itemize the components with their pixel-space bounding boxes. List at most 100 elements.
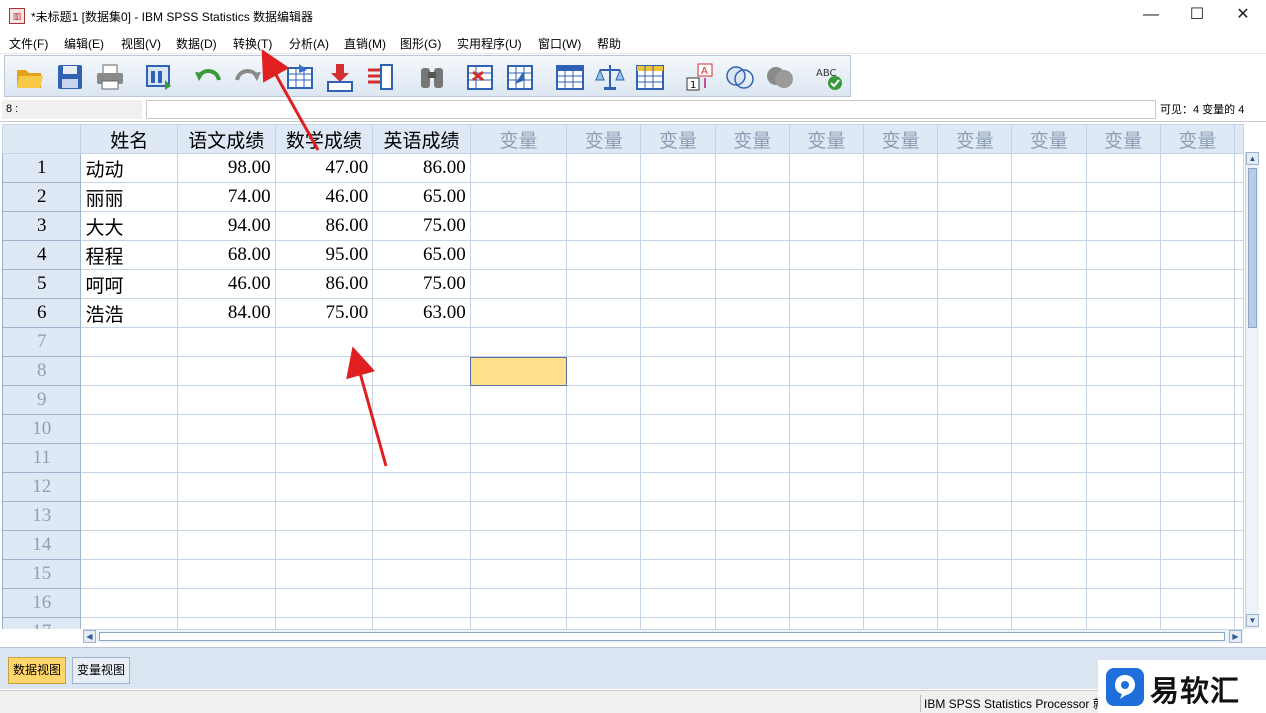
data-cell[interactable] xyxy=(566,385,642,415)
column-header[interactable]: 变量 xyxy=(937,124,1013,154)
data-cell[interactable] xyxy=(714,530,790,560)
scroll-up-icon[interactable]: ▲ xyxy=(1246,152,1259,165)
data-cell[interactable] xyxy=(274,327,374,357)
data-cell[interactable] xyxy=(1234,298,1244,328)
data-cell[interactable] xyxy=(1085,443,1161,473)
row-header[interactable]: 11 xyxy=(2,443,82,473)
data-cell[interactable] xyxy=(788,211,864,241)
data-cell[interactable] xyxy=(714,356,790,386)
data-cell[interactable] xyxy=(469,559,568,589)
data-cell[interactable] xyxy=(80,559,178,589)
data-cell[interactable] xyxy=(788,182,864,212)
data-cell[interactable] xyxy=(1011,559,1087,589)
column-header[interactable]: 姓名 xyxy=(80,124,178,154)
insert-cases-icon[interactable] xyxy=(465,62,495,92)
data-cell[interactable] xyxy=(714,385,790,415)
data-cell[interactable] xyxy=(469,269,568,299)
data-cell[interactable] xyxy=(1234,472,1244,502)
data-cell[interactable] xyxy=(937,443,1013,473)
data-cell[interactable]: 浩浩 xyxy=(80,298,178,328)
data-cell[interactable] xyxy=(274,356,374,386)
data-cell[interactable]: 程程 xyxy=(80,240,178,270)
data-cell[interactable] xyxy=(1011,211,1087,241)
data-cell[interactable] xyxy=(566,298,642,328)
data-cell[interactable] xyxy=(1011,617,1087,629)
data-cell[interactable] xyxy=(1159,559,1236,589)
data-cell[interactable] xyxy=(1234,385,1244,415)
data-cell[interactable] xyxy=(788,530,864,560)
row-header[interactable]: 16 xyxy=(2,588,82,618)
data-cell[interactable] xyxy=(937,385,1013,415)
data-cell[interactable]: 47.00 xyxy=(274,153,374,183)
data-cell[interactable] xyxy=(1011,530,1087,560)
data-cell[interactable] xyxy=(1159,472,1236,502)
data-cell[interactable] xyxy=(1011,443,1087,473)
data-cell[interactable] xyxy=(469,472,568,502)
data-cell[interactable]: 65.00 xyxy=(372,182,471,212)
data-cell[interactable] xyxy=(1011,269,1087,299)
data-cell[interactable] xyxy=(640,559,716,589)
data-cell[interactable] xyxy=(937,414,1013,444)
data-cell[interactable] xyxy=(566,153,642,183)
data-cell[interactable] xyxy=(788,240,864,270)
data-cell[interactable] xyxy=(937,182,1013,212)
data-cell[interactable] xyxy=(862,414,939,444)
data-cell[interactable] xyxy=(714,501,790,531)
data-cell[interactable] xyxy=(714,298,790,328)
data-cell[interactable] xyxy=(176,356,276,386)
tab-variable-view[interactable]: 变量视图 xyxy=(72,657,131,684)
data-cell[interactable] xyxy=(469,153,568,183)
data-cell[interactable] xyxy=(714,240,790,270)
data-cell[interactable] xyxy=(1011,414,1087,444)
data-cell[interactable] xyxy=(640,240,716,270)
row-header[interactable]: 13 xyxy=(2,501,82,531)
data-cell[interactable] xyxy=(640,414,716,444)
data-cell[interactable] xyxy=(714,472,790,502)
data-cell[interactable] xyxy=(1011,472,1087,502)
data-cell[interactable] xyxy=(640,182,716,212)
column-header[interactable]: 变量 xyxy=(862,124,939,154)
data-cell[interactable]: 46.00 xyxy=(274,182,374,212)
data-cell[interactable] xyxy=(80,530,178,560)
data-cell[interactable] xyxy=(566,269,642,299)
data-cell[interactable] xyxy=(1234,414,1244,444)
data-cell[interactable] xyxy=(1085,356,1161,386)
data-cell[interactable] xyxy=(176,414,276,444)
data-cell[interactable] xyxy=(372,414,471,444)
data-cell[interactable] xyxy=(1085,298,1161,328)
horizontal-scroll-thumb[interactable] xyxy=(99,632,1225,641)
value-labels-icon[interactable]: A1 xyxy=(685,62,715,92)
data-cell[interactable] xyxy=(176,559,276,589)
data-cell[interactable] xyxy=(80,327,178,357)
data-cell[interactable] xyxy=(788,588,864,618)
column-header[interactable]: 变量 xyxy=(714,124,790,154)
data-cell[interactable] xyxy=(469,385,568,415)
vertical-scroll-thumb[interactable] xyxy=(1248,168,1257,328)
data-cell[interactable] xyxy=(1011,182,1087,212)
data-cell[interactable] xyxy=(1159,501,1236,531)
data-cell[interactable] xyxy=(788,559,864,589)
data-cell[interactable] xyxy=(1159,182,1236,212)
data-cell[interactable] xyxy=(1159,211,1236,241)
data-cell[interactable] xyxy=(937,298,1013,328)
column-header[interactable]: 变量 xyxy=(469,124,568,154)
data-cell[interactable] xyxy=(640,269,716,299)
row-header[interactable]: 2 xyxy=(2,182,82,212)
data-cell[interactable] xyxy=(862,327,939,357)
data-cell[interactable] xyxy=(1159,588,1236,618)
data-cell[interactable] xyxy=(1159,153,1236,183)
data-cell[interactable] xyxy=(937,327,1013,357)
data-cell[interactable] xyxy=(372,472,471,502)
data-cell[interactable] xyxy=(274,472,374,502)
data-cell[interactable] xyxy=(1085,240,1161,270)
row-header[interactable]: 7 xyxy=(2,327,82,357)
data-cell[interactable] xyxy=(469,501,568,531)
data-cell[interactable] xyxy=(1159,240,1236,270)
data-cell[interactable] xyxy=(372,443,471,473)
data-cell[interactable] xyxy=(862,617,939,629)
data-cell[interactable] xyxy=(469,298,568,328)
data-cell[interactable] xyxy=(937,617,1013,629)
print-icon[interactable] xyxy=(95,62,125,92)
data-cell[interactable] xyxy=(1159,298,1236,328)
data-cell[interactable] xyxy=(1085,414,1161,444)
